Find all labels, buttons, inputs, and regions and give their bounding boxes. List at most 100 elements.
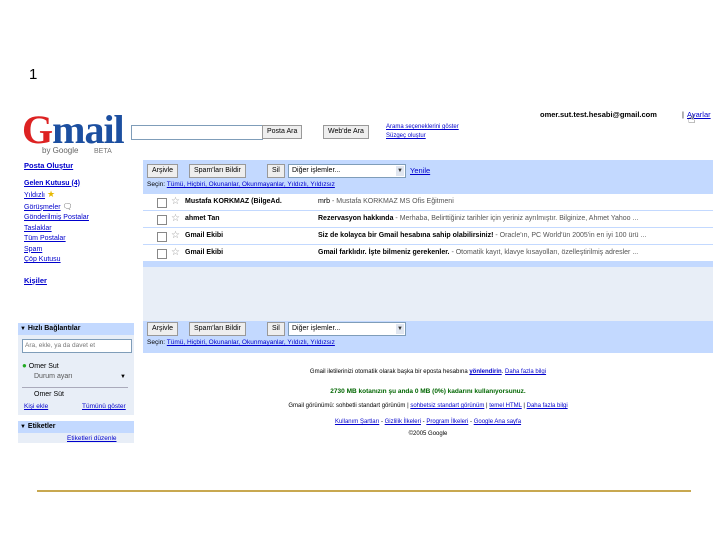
add-contact-link[interactable]: Kişi ekle — [24, 403, 48, 410]
chat-user-name: Omer Sut — [28, 363, 59, 370]
select-options[interactable]: Tümü, Hiçbiri, Okunanlar, Okunmayanlar, … — [167, 181, 335, 188]
sidebar-item-all-mail[interactable]: Tüm Postalar — [24, 234, 134, 245]
contact-entry[interactable]: Omer Süt — [34, 391, 64, 398]
table-row[interactable]: ☆ Mustafa KORKMAZ (BilgeAd. mrb - Mustafa … — [143, 194, 713, 210]
learn-more-link[interactable]: Daha fazla bilgi — [505, 369, 546, 375]
status-dropdown-arrow-icon[interactable]: ▼ — [120, 374, 126, 380]
view-link-learn-more[interactable]: Daha fazla bilgi — [527, 403, 568, 409]
select-line-top: Seçin: Tümü, Hiçbiri, Okunanlar, Okunmay… — [147, 181, 335, 188]
status-dropdown[interactable]: Durum ayarı — [34, 373, 73, 380]
email-snippet: - Oracle'ın, PC World'ün 2005'in en iyi … — [493, 232, 647, 239]
compose-link[interactable]: Posta Oluştur — [24, 161, 134, 172]
email-subject-line: mrb - Mustafa KORKMAZ MS Ofis Eğitmeni — [318, 194, 454, 210]
star-outline-icon[interactable]: ☆ — [171, 211, 180, 226]
sidebar-item-drafts[interactable]: Taslaklar — [24, 224, 134, 235]
contact-search-input[interactable]: Ara, ekle, ya da davet et — [22, 339, 132, 353]
star-outline-icon[interactable]: ☆ — [171, 228, 180, 243]
archive-button-bottom[interactable]: Arşivle — [147, 322, 179, 336]
search-web-button[interactable]: Web'de Ara — [323, 125, 369, 139]
email-subject-line: Rezervasyon hakkında - Merhaba, Belirtti… — [318, 211, 638, 227]
email-subject: Siz de kolayca bir Gmail hesabına sahip … — [318, 232, 494, 239]
gmail-logo: Gmail by Google BETA — [22, 107, 125, 160]
table-row[interactable]: ☆ ahmet Tan Rezervasyon hakkında - Merhaba… — [143, 211, 713, 227]
search-input[interactable] — [131, 125, 263, 140]
google-home-link[interactable]: Google Ana sayfa — [474, 419, 521, 425]
select-options-bottom[interactable]: Tümü, Hiçbiri, Okunanlar, Okunmayanlar, … — [167, 339, 335, 346]
mail-list-empty-area — [143, 267, 713, 321]
terms-link[interactable]: Kullanım Şartları — [335, 419, 379, 425]
logo-text: Gmail — [22, 107, 125, 152]
report-spam-button[interactable]: Spam'ları Bildir — [189, 164, 246, 178]
forward-text: Gmail iletilerinizi otomatik olarak başk… — [309, 369, 470, 375]
sidebar-item-spam[interactable]: Spam — [24, 245, 134, 256]
sidebar-item-sent[interactable]: Gönderilmiş Postalar — [24, 213, 134, 224]
more-actions-select-bottom[interactable]: Diğer işlemler... ▼ — [288, 322, 406, 336]
sidebar-item-starred-wrap: Yıldızlı ★ — [24, 189, 134, 202]
quick-contacts-title: ▼ Hızlı Bağlantılar — [20, 325, 80, 332]
cursor-icon: ☝ — [688, 112, 696, 126]
sidebar: Posta Oluştur Gelen Kutusu (4) Yıldızlı … — [24, 161, 134, 286]
email-subject: Rezervasyon hakkında — [318, 215, 394, 222]
table-row[interactable]: ☆ Gmail Ekibi Gmail farklıdır. İşte bilmen… — [143, 245, 713, 261]
contacts-link[interactable]: Kişiler — [24, 276, 134, 287]
sidebar-item-chats[interactable]: Görüşmeler — [24, 204, 61, 211]
more-actions-select[interactable]: Diğer işlemler... ▼ — [288, 164, 406, 178]
show-all-contacts-link[interactable]: Tümünü göster — [82, 403, 126, 410]
dropdown-arrow-icon-bottom: ▼ — [396, 324, 404, 334]
quick-contacts-label: Hızlı Bağlantılar — [27, 325, 81, 332]
email-subject-line: Gmail farklıdır. İşte bilmeniz gerekenle… — [318, 245, 638, 261]
row-checkbox[interactable] — [157, 232, 167, 242]
star-outline-icon[interactable]: ☆ — [171, 194, 180, 209]
row-checkbox[interactable] — [157, 249, 167, 259]
sidebar-item-chats-wrap: Görüşmeler 🗨 — [24, 202, 134, 214]
sidebar-item-trash[interactable]: Çöp Kutusu — [24, 255, 134, 266]
view-link-basic-html[interactable]: temel HTML — [489, 403, 521, 409]
email-sender: Gmail Ekibi — [185, 232, 224, 239]
slide-bottom-rule — [37, 490, 691, 492]
archive-button[interactable]: Arşivle — [147, 164, 179, 178]
view-options: Gmail görünümü: sohbetli standart görünü… — [143, 403, 713, 409]
star-outline-icon[interactable]: ☆ — [171, 245, 180, 260]
email-subject: mrb — [318, 198, 331, 205]
copyright: ©2005 Google — [408, 431, 448, 437]
search-mail-button[interactable]: Posta Ara — [262, 125, 303, 139]
logo-beta: BETA — [94, 148, 112, 155]
delete-button-bottom[interactable]: Sil — [267, 322, 285, 336]
create-filter-link[interactable]: Süzgeç oluştur — [386, 132, 459, 141]
forward-link[interactable]: yönlendirin — [469, 369, 501, 375]
report-spam-button-bottom[interactable]: Spam'ları Bildir — [189, 322, 246, 336]
row-checkbox[interactable] — [157, 198, 167, 208]
select-label: Seçin: — [147, 181, 166, 188]
show-search-options-link[interactable]: Arama seçeneklerini göster — [386, 123, 459, 132]
email-sender: ahmet Tan — [185, 215, 220, 222]
footer-links: Kullanım Şartları - Gizlilik İlkeleri - … — [334, 419, 522, 425]
email-subject: Gmail farklıdır. İşte bilmeniz gerekenle… — [318, 249, 450, 256]
star-icon: ★ — [46, 189, 56, 199]
chat-bubble-icon: 🗨 — [62, 201, 73, 211]
program-policy-link[interactable]: Program İlkeleri — [426, 419, 468, 425]
table-row[interactable]: ☆ Gmail Ekibi Siz de kolayca bir Gmail hes… — [143, 228, 713, 244]
dropdown-arrow-icon: ▼ — [396, 166, 404, 176]
sidebar-item-starred[interactable]: Yıldızlı — [24, 192, 45, 199]
quota-text: 2730 MB kotanızın şu anda 0 MB (0%) kada… — [330, 388, 526, 395]
sidebar-item-inbox[interactable]: Gelen Kutusu (4) — [24, 179, 134, 190]
row-checkbox[interactable] — [157, 215, 167, 225]
more-actions-label: Diğer işlemler... — [292, 167, 341, 174]
slide-number: 1 — [29, 66, 38, 83]
online-status-icon: ● — [22, 361, 27, 370]
edit-labels-link[interactable]: Etiketleri düzenle — [67, 435, 117, 442]
privacy-link[interactable]: Gizlilik İlkeleri — [385, 419, 421, 425]
view-text: Gmail görünümü: sohbetli standart görünü… — [288, 403, 411, 409]
divider — [22, 387, 128, 388]
view-link-no-chat[interactable]: sohbetsiz standart görünüm — [410, 403, 484, 409]
chat-user: ● Omer Sut — [22, 361, 59, 370]
email-snippet: - Merhaba, Belirttiğiniz tarihler için y… — [393, 215, 639, 222]
email-snippet: - Mustafa KORKMAZ MS Ofis Eğitmeni — [330, 198, 454, 205]
email-sender: Gmail Ekibi — [185, 249, 224, 256]
select-label-bottom: Seçin: — [147, 339, 166, 346]
delete-button[interactable]: Sil — [267, 164, 285, 178]
email-sender: Mustafa KORKMAZ (BilgeAd. — [185, 198, 282, 205]
email-subject-line: Siz de kolayca bir Gmail hesabına sahip … — [318, 228, 646, 244]
refresh-link[interactable]: Yenile — [410, 166, 430, 175]
labels-label: Etiketler — [27, 423, 56, 430]
